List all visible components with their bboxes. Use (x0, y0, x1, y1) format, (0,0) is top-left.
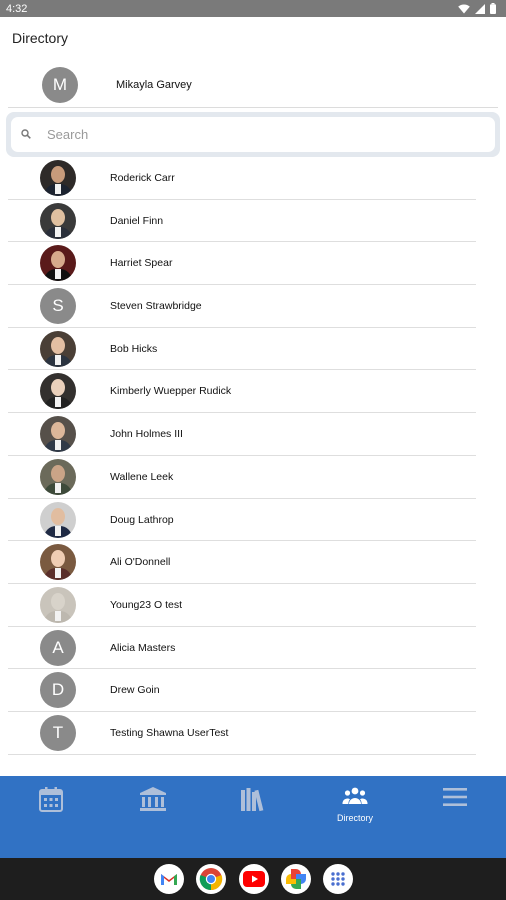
avatar-photo (40, 160, 76, 196)
list-item[interactable]: Ali O'Donnell (8, 541, 476, 584)
avatar-collar (55, 525, 61, 536)
photos-icon[interactable] (281, 864, 311, 894)
nav-calendar[interactable] (16, 786, 86, 846)
page-title: Directory (12, 30, 69, 46)
member-name: Alicia Masters (110, 641, 176, 654)
list-item[interactable]: Bob Hicks (8, 328, 476, 371)
avatar-face (51, 550, 65, 568)
divider (8, 107, 498, 108)
battery-icon (490, 3, 496, 14)
avatar-collar (55, 226, 61, 237)
member-name: Kimberly Wuepper Rudick (110, 385, 232, 398)
member-name: Doug Lathrop (110, 513, 174, 526)
avatar-face (51, 464, 65, 482)
avatar-initial: A (40, 629, 76, 666)
nav-directory[interactable]: Directory (320, 786, 390, 846)
list-item[interactable]: D Drew Goin (8, 669, 476, 712)
current-user-name: Mikayla Garvey (116, 79, 192, 91)
avatar-photo (40, 501, 76, 538)
avatar-photo (40, 544, 76, 581)
avatar-photo (40, 458, 76, 495)
avatar-face (51, 251, 65, 269)
list-item[interactable]: Harriet Spear (8, 242, 476, 286)
menu-icon (442, 786, 468, 808)
avatar-collar (55, 482, 61, 493)
current-user-row[interactable]: M Mikayla Garvey (0, 62, 506, 108)
search-box[interactable] (11, 117, 495, 152)
avatar-face (51, 507, 65, 525)
member-name: Harriet Spear (110, 257, 173, 270)
list-item[interactable]: Roderick Carr (8, 157, 476, 200)
calendar-icon (39, 786, 63, 812)
bank-icon (139, 786, 167, 812)
list-item[interactable]: Doug Lathrop (8, 499, 476, 542)
avatar-face (51, 208, 65, 226)
search-icon (21, 126, 31, 144)
list-item[interactable]: S Steven Strawbridge (8, 285, 476, 328)
status-icons (458, 3, 496, 14)
wifi-icon (458, 3, 470, 14)
avatar-photo (40, 245, 76, 282)
people-icon (342, 786, 368, 806)
nav-directory-label: Directory (336, 813, 373, 823)
avatar-collar (55, 610, 61, 621)
list-item[interactable]: A Alicia Masters (8, 627, 476, 670)
search-bar (6, 112, 500, 157)
member-name: Bob Hicks (110, 342, 158, 355)
avatar-photo (40, 373, 76, 410)
avatar-photo (40, 202, 76, 239)
gmail-icon[interactable] (154, 864, 184, 894)
member-name: Steven Strawbridge (110, 300, 202, 313)
youtube-icon[interactable] (239, 864, 269, 894)
nav-institution[interactable] (118, 786, 188, 846)
search-input[interactable] (47, 127, 447, 142)
directory-list: Roderick Carr Daniel Finn Harriet Spear S St… (8, 157, 476, 755)
list-item[interactable]: Kimberly Wuepper Rudick (8, 370, 476, 414)
member-name: Ali O'Donnell (110, 556, 171, 569)
list-item[interactable]: T Testing Shawna UserTest (8, 712, 476, 755)
avatar-face (51, 592, 65, 610)
member-name: John Holmes III (110, 428, 183, 441)
avatar-face (51, 166, 65, 183)
member-name: Roderick Carr (110, 172, 175, 184)
status-time: 4:32 (6, 2, 28, 15)
avatar-initial: D (40, 672, 76, 709)
avatar-collar (55, 354, 61, 365)
system-dock (0, 858, 506, 900)
avatar-collar (55, 184, 61, 194)
list-item[interactable]: Wallene Leek (8, 456, 476, 499)
avatar-collar (55, 568, 61, 579)
member-name: Drew Goin (110, 684, 160, 697)
avatar-collar (55, 269, 61, 280)
avatar-photo (40, 330, 76, 367)
chrome-icon[interactable] (196, 864, 226, 894)
member-name: Young23 O test (110, 598, 183, 611)
list-item[interactable]: John Holmes III (8, 413, 476, 456)
avatar-face (51, 379, 65, 397)
avatar-collar (55, 397, 61, 408)
avatar-initial: S (40, 288, 76, 325)
avatar-face (51, 336, 65, 354)
avatar-collar (55, 440, 61, 451)
app-drawer-icon[interactable] (323, 864, 353, 894)
list-item[interactable]: Young23 O test (8, 584, 476, 627)
status-bar: 4:32 (0, 0, 506, 17)
list-item[interactable]: Daniel Finn (8, 200, 476, 243)
member-name: Wallene Leek (110, 470, 174, 483)
member-name: Testing Shawna UserTest (110, 726, 229, 739)
avatar-photo (40, 586, 76, 623)
nav-menu[interactable] (420, 786, 490, 846)
bottom-navigation: Directory (0, 776, 506, 858)
avatar-initial: T (40, 714, 76, 751)
signal-icon (475, 3, 485, 14)
avatar-face (51, 422, 65, 440)
current-user-avatar: M (42, 67, 78, 103)
nav-library[interactable] (218, 786, 288, 846)
library-icon (239, 786, 267, 812)
avatar-photo (40, 416, 76, 453)
member-name: Daniel Finn (110, 214, 164, 227)
